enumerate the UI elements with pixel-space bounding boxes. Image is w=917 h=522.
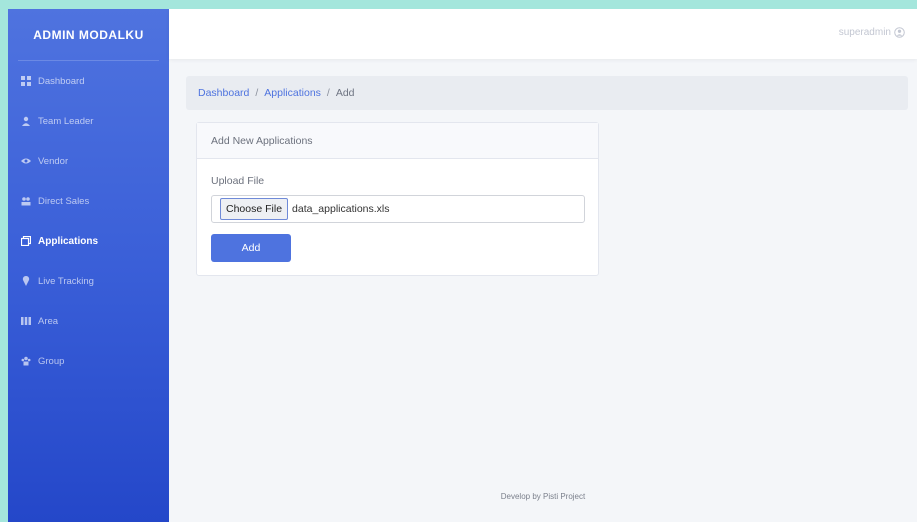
- sidebar-item-label: Dashboard: [38, 75, 85, 87]
- card-body: Upload File Choose File data_application…: [197, 159, 598, 278]
- file-input[interactable]: Choose File data_applications.xls: [211, 195, 585, 223]
- breadcrumb-separator: /: [255, 87, 259, 99]
- sidebar-item-label: Direct Sales: [38, 195, 90, 207]
- grid-icon: [20, 315, 32, 327]
- topbar: superadmin: [169, 9, 917, 59]
- sidebar-item-applications[interactable]: Applications: [8, 221, 169, 261]
- sidebar-item-label: Live Tracking: [38, 275, 94, 287]
- sidebar-item-direct-sales[interactable]: Direct Sales: [8, 181, 169, 221]
- username: superadmin: [838, 27, 891, 38]
- eye-icon: [20, 155, 32, 167]
- sidebar-item-team-leader[interactable]: Team Leader: [8, 101, 169, 141]
- app-frame: ADMIN MODALKU Dashboard Team Leader Vend…: [8, 9, 917, 522]
- users-icon: [20, 195, 32, 207]
- footer-credit: Develop by Pisti Project: [500, 492, 586, 501]
- pin-icon: [20, 275, 32, 287]
- breadcrumb-dashboard-link[interactable]: Dashboard: [198, 87, 249, 99]
- sidebar-item-group[interactable]: Group: [8, 341, 169, 381]
- card-title: Add New Applications: [197, 123, 598, 159]
- sidebar-item-live-tracking[interactable]: Live Tracking: [8, 261, 169, 301]
- dashboard-icon: [20, 75, 32, 87]
- sidebar-item-dashboard[interactable]: Dashboard: [8, 61, 169, 101]
- upload-file-label: Upload File: [211, 175, 265, 187]
- selected-file-name: data_applications.xls: [292, 203, 390, 215]
- sidebar-item-label: Area: [38, 315, 59, 327]
- breadcrumb-separator: /: [326, 87, 330, 99]
- person-icon: [20, 115, 32, 127]
- upload-card: Add New Applications Upload File Choose …: [196, 122, 599, 276]
- sidebar-item-label: Applications: [38, 235, 99, 247]
- breadcrumb: Dashboard / Applications / Add: [186, 76, 908, 110]
- add-button[interactable]: Add: [211, 234, 291, 262]
- sidebar-item-area[interactable]: Area: [8, 301, 169, 341]
- breadcrumb-current: Add: [335, 87, 355, 99]
- user-circle-icon: [894, 27, 905, 38]
- brand-title: ADMIN MODALKU: [18, 9, 159, 61]
- sidebar-item-label: Team Leader: [38, 115, 94, 127]
- sidebar-item-label: Group: [38, 355, 65, 367]
- user-menu[interactable]: superadmin: [839, 27, 905, 38]
- sidebar-item-vendor[interactable]: Vendor: [8, 141, 169, 181]
- choose-file-button[interactable]: Choose File: [220, 198, 289, 220]
- sidebar: ADMIN MODALKU Dashboard Team Leader Vend…: [8, 9, 169, 522]
- copy-icon: [20, 235, 32, 247]
- breadcrumb-applications-link[interactable]: Applications: [264, 87, 321, 99]
- sidebar-item-label: Vendor: [38, 155, 69, 167]
- group-icon: [20, 355, 32, 367]
